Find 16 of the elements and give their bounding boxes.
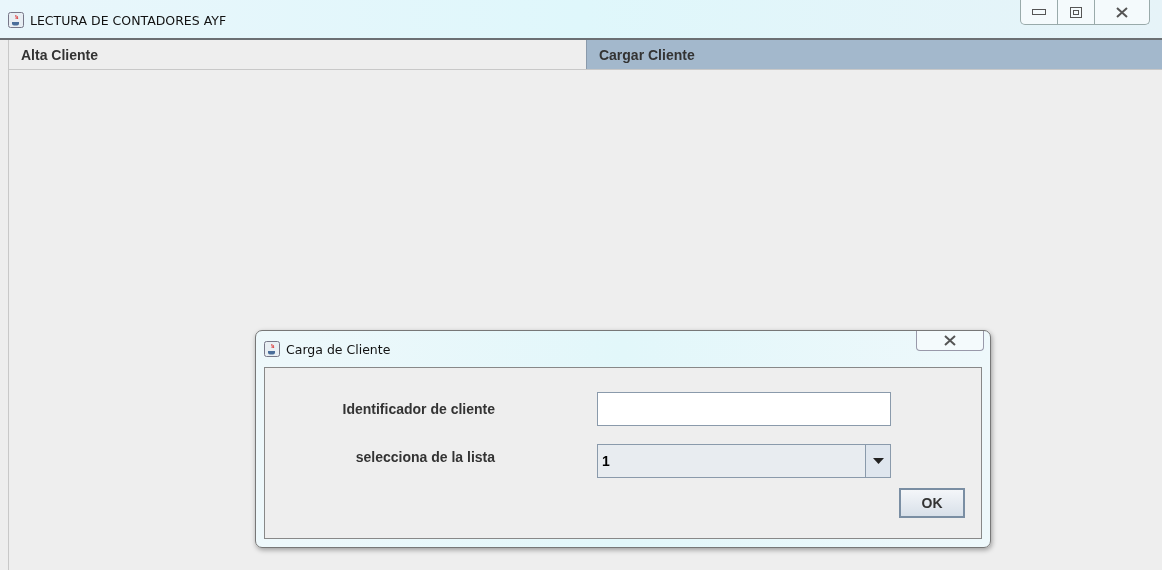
close-button[interactable]: [916, 331, 984, 351]
field-label: selecciona de la lista: [354, 449, 496, 465]
input-field[interactable]: [597, 392, 891, 426]
ok-button[interactable]: OK: [899, 488, 965, 518]
tab[interactable]: Cargar Cliente: [585, 40, 1162, 69]
close-icon: [944, 335, 956, 346]
close-icon: [1116, 6, 1128, 18]
minimize-icon: [1032, 9, 1046, 15]
window-title: LECTURA DE CONTADORES AYF: [30, 12, 227, 28]
field-label: Identificador de cliente: [341, 401, 496, 417]
dropdown[interactable]: 1: [597, 444, 891, 478]
caret-icon: [872, 458, 884, 464]
dialog-title: Carga de Cliente: [286, 341, 391, 357]
maximize-icon: [1070, 6, 1082, 18]
java-cup-icon: [264, 341, 280, 357]
java-cup-icon: [8, 12, 24, 28]
